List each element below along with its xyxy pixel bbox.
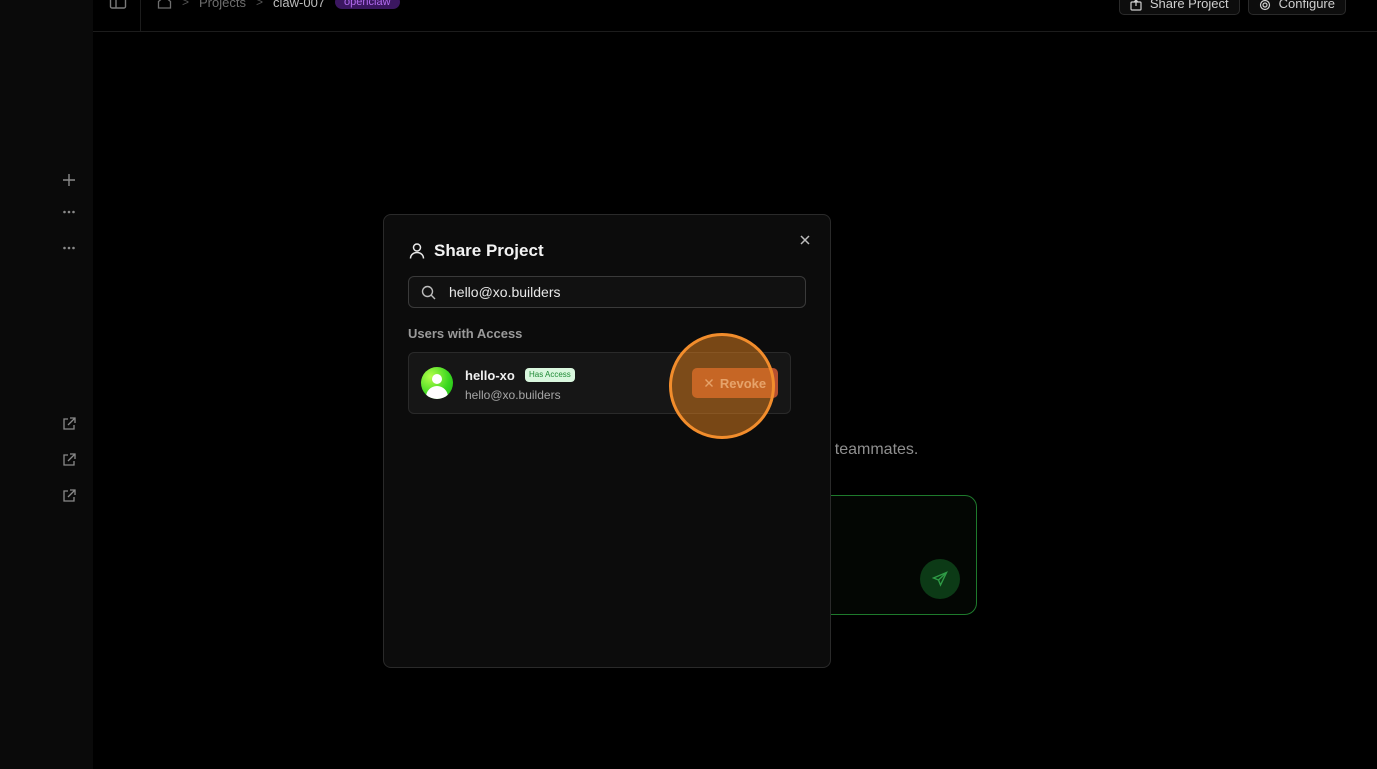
- user-search: [408, 276, 806, 308]
- revoke-label: Revoke: [719, 375, 767, 391]
- configure-label: Configure: [1278, 0, 1335, 11]
- left-rail: [0, 0, 93, 769]
- more-options-button[interactable]: [56, 199, 82, 225]
- close-icon: [704, 379, 713, 387]
- search-icon: [421, 285, 436, 300]
- new-item-button[interactable]: [56, 167, 82, 193]
- revoke-button[interactable]: Revoke: [692, 368, 778, 398]
- top-bar: > Projects > claw-007 openclaw Share Pro…: [93, 0, 1377, 32]
- search-input[interactable]: [449, 281, 789, 303]
- users-with-access-label: Users with Access: [408, 326, 523, 341]
- share-icon: [1130, 0, 1142, 11]
- project-type-badge: openclaw: [335, 0, 400, 9]
- configure-button[interactable]: Configure: [1247, 0, 1346, 15]
- status-badge: Has Access: [525, 368, 575, 382]
- background-hint-text: r teammates.: [825, 441, 919, 458]
- external-link-icon: [63, 417, 76, 430]
- app-root: > Projects > claw-007 openclaw Share Pro…: [0, 0, 1377, 769]
- more-options-button-2[interactable]: [56, 235, 82, 261]
- user-row: hello-xo Has Access hello@xo.builders Re…: [408, 352, 791, 414]
- send-icon: [932, 571, 948, 587]
- send-button[interactable]: [920, 559, 960, 599]
- user-email: hello@xo.builders: [465, 388, 561, 402]
- dialog-title: Share Project: [408, 240, 544, 262]
- breadcrumb-separator: >: [182, 0, 190, 9]
- share-project-button[interactable]: Share Project: [1118, 0, 1240, 15]
- breadcrumb-projects[interactable]: Projects: [199, 0, 246, 10]
- external-link-button-2[interactable]: [56, 447, 82, 473]
- user-icon: [409, 243, 425, 259]
- gear-icon: [1259, 0, 1270, 11]
- avatar-head: [432, 374, 442, 384]
- more-horizontal-icon: [63, 210, 75, 214]
- plus-icon: [63, 174, 75, 186]
- dialog-title-text: Share Project: [434, 241, 544, 260]
- topbar-divider: [140, 0, 141, 31]
- external-link-icon: [63, 453, 76, 466]
- breadcrumb-separator: >: [255, 0, 263, 9]
- more-horizontal-icon: [63, 246, 75, 250]
- close-icon[interactable]: [798, 233, 812, 247]
- external-link-button-3[interactable]: [56, 483, 82, 509]
- home-icon[interactable]: [157, 0, 172, 9]
- share-project-dialog: Share Project Users with Access hello-xo…: [383, 214, 831, 668]
- avatar-body: [426, 386, 448, 399]
- sidebar-toggle-icon[interactable]: [109, 0, 127, 9]
- external-link-button-1[interactable]: [56, 411, 82, 437]
- share-project-label: Share Project: [1149, 0, 1229, 11]
- external-link-icon: [63, 489, 76, 502]
- breadcrumb: > Projects > claw-007 openclaw: [157, 0, 400, 10]
- top-actions: Share Project Configure: [1118, 0, 1346, 15]
- user-name: hello-xo: [465, 368, 515, 383]
- breadcrumb-current: claw-007: [273, 0, 326, 10]
- avatar: [421, 367, 453, 399]
